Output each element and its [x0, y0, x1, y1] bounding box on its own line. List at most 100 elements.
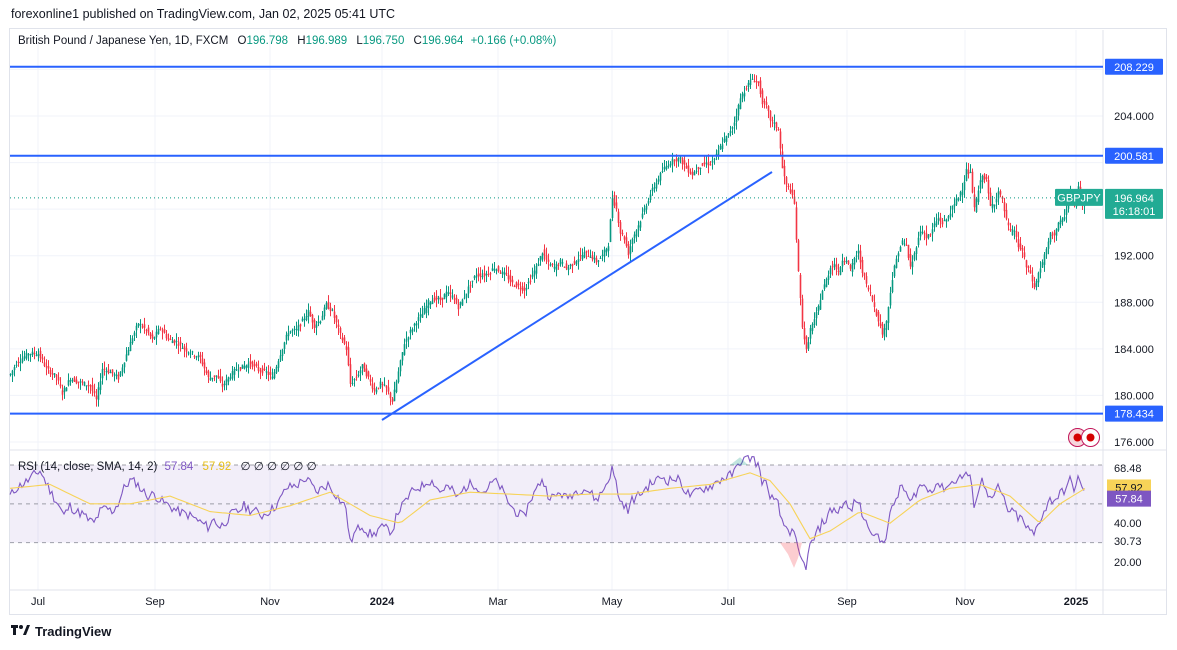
candle	[729, 125, 732, 137]
candle-body	[885, 321, 888, 330]
candle	[489, 271, 492, 281]
candle-body	[479, 273, 482, 277]
candle	[889, 286, 892, 309]
candle-body	[425, 305, 428, 313]
candle-body	[823, 284, 826, 289]
candle-body	[95, 395, 98, 400]
candle	[789, 183, 792, 195]
candle-body	[545, 255, 548, 260]
price-axis-tick-label: 188.000	[1114, 297, 1154, 309]
candle	[9, 373, 12, 377]
candle-body	[113, 374, 116, 376]
candle-body	[163, 328, 166, 334]
candle-body	[833, 263, 836, 267]
candle	[331, 308, 334, 312]
candle	[447, 286, 450, 296]
candle	[653, 182, 656, 193]
candle	[247, 357, 250, 374]
rsi-sma-legend-value: 57.92	[202, 461, 232, 473]
candle	[193, 354, 196, 360]
candle	[373, 382, 376, 395]
candle	[919, 225, 922, 241]
candle	[157, 325, 160, 335]
candle-body	[979, 180, 982, 189]
candle	[657, 175, 660, 185]
candle	[265, 366, 268, 380]
candle	[835, 257, 838, 276]
candle-body	[627, 244, 630, 256]
candle-body	[631, 238, 634, 245]
candle	[383, 377, 386, 387]
candle-body	[609, 219, 612, 242]
candle	[119, 371, 122, 377]
candle	[917, 231, 920, 248]
candle	[691, 167, 694, 180]
candle-body	[779, 131, 782, 149]
candle-body	[359, 370, 362, 374]
candle-body	[927, 234, 930, 238]
candle-body	[469, 285, 472, 287]
candle-body	[649, 194, 652, 200]
candle-body	[289, 331, 292, 333]
candle	[573, 256, 576, 266]
time-axis-tick-label: Jul	[721, 596, 735, 608]
candle	[233, 366, 236, 381]
candle	[837, 263, 840, 276]
candle	[973, 186, 976, 212]
candle-body	[697, 167, 700, 170]
candle	[493, 261, 496, 273]
candle	[445, 285, 448, 303]
candle-body	[553, 266, 556, 269]
candle-body	[321, 315, 324, 321]
rsi-legend: RSI (14, close, SMA, 14, 2) 57.84 57.92 …	[18, 459, 317, 473]
candle	[241, 364, 244, 369]
candle	[469, 281, 472, 293]
candle	[907, 244, 910, 261]
chart-canvas[interactable]: 208.229200.581178.434GBPJPY 196.96416:18:…	[0, 0, 1177, 650]
candle	[183, 343, 186, 358]
candle	[249, 354, 252, 370]
candle	[751, 74, 754, 81]
time-axis-tick-label: 2024	[370, 596, 395, 608]
candle-body	[421, 313, 424, 318]
candle	[351, 376, 354, 386]
candle-body	[497, 266, 500, 272]
candle	[251, 360, 254, 370]
candle-body	[381, 383, 384, 385]
candle-body	[681, 158, 684, 165]
candle	[591, 251, 594, 262]
candle-body	[1051, 234, 1054, 236]
candle-body	[23, 356, 26, 359]
candle	[267, 365, 270, 382]
candle-body	[383, 384, 386, 386]
candle	[953, 197, 956, 214]
candle-body	[707, 161, 710, 166]
candle	[69, 377, 72, 386]
candle-body	[899, 246, 902, 252]
candle-body	[719, 145, 722, 150]
candle	[561, 258, 564, 267]
candle	[929, 233, 932, 238]
candle-body	[921, 231, 924, 233]
candle	[747, 80, 750, 92]
candle-body	[217, 376, 220, 379]
candle-body	[557, 264, 560, 266]
candle	[293, 325, 296, 335]
candle-body	[941, 221, 944, 225]
candle-body	[235, 369, 238, 371]
candle	[237, 364, 240, 378]
tradingview-logo[interactable]: TradingView	[11, 624, 111, 639]
time-axis-tick-label: Jul	[31, 596, 45, 608]
candle	[813, 312, 816, 328]
candle-body	[473, 276, 476, 279]
countdown-label: 16:18:01	[1113, 206, 1156, 218]
candle-body	[551, 263, 554, 265]
candle	[1035, 278, 1038, 291]
candle-body	[663, 167, 666, 170]
candle-body	[261, 367, 264, 374]
candle-body	[213, 375, 216, 378]
candle	[459, 301, 462, 309]
candle-body	[161, 330, 164, 332]
candle	[131, 335, 134, 345]
candle	[769, 110, 772, 128]
